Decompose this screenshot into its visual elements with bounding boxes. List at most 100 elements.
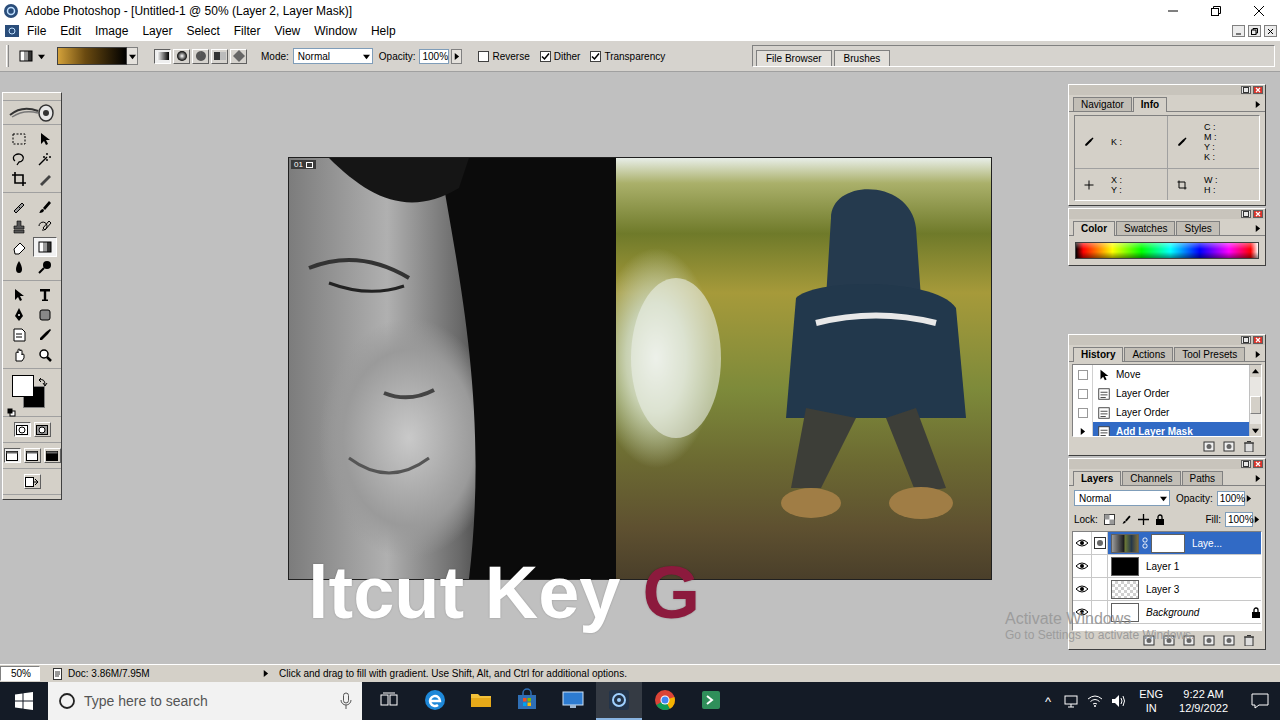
tool-button[interactable] [33,305,57,325]
tool-button[interactable] [7,237,31,257]
tool-button[interactable] [7,197,31,217]
restore-window-button[interactable] [1194,0,1237,22]
menu-item[interactable]: Window [307,24,364,38]
palette-well-tab[interactable]: File Browser [756,50,832,66]
palette-menu-button[interactable] [1254,225,1261,232]
taskbar-app[interactable] [504,682,550,720]
menu-item[interactable]: Edit [53,24,88,38]
tool-button[interactable] [33,345,57,365]
taskbar-app[interactable] [458,682,504,720]
menu-item[interactable]: Help [364,24,403,38]
gradient-type-button[interactable] [211,49,228,64]
option-checkbox[interactable]: Reverse [478,51,529,62]
visibility-toggle[interactable] [1073,532,1092,554]
layer-row[interactable]: Background [1073,601,1261,624]
checkbox-box[interactable] [478,51,489,62]
taskbar-app[interactable] [366,682,412,720]
palette-menu-button[interactable] [1254,101,1261,108]
palette-tab[interactable]: Color [1073,221,1115,236]
tool-button[interactable] [33,197,57,217]
layer-link-cell[interactable] [1092,555,1108,577]
tool-preset-picker[interactable] [17,45,47,67]
tool-button[interactable] [33,169,57,189]
screen-mode-button[interactable] [4,448,21,463]
palette-menu-button[interactable] [1254,351,1261,358]
close-button[interactable] [1253,336,1263,344]
adobe-online-button[interactable] [3,101,61,125]
palette-well-tab[interactable]: Brushes [834,50,891,66]
screen-mode-button[interactable] [44,448,61,463]
minimize-window-button[interactable] [1151,0,1194,22]
scroll-thumb[interactable] [1250,396,1261,414]
menu-item[interactable]: View [267,24,307,38]
tool-button[interactable] [7,149,31,169]
doc-close-button[interactable] [1264,25,1277,37]
tool-button[interactable] [33,237,57,257]
taskbar-app[interactable] [688,682,734,720]
minimize-button[interactable] [1241,210,1251,218]
fill-field[interactable]: 100% [1225,512,1253,527]
tool-button[interactable] [33,129,57,149]
tool-button[interactable] [7,285,31,305]
taskbar-app[interactable] [412,682,458,720]
mode-select[interactable]: Normal [293,48,373,64]
quick-mask-button[interactable] [34,422,51,437]
history-item[interactable]: Layer Order [1073,403,1249,422]
tool-button[interactable] [7,257,31,277]
taskbar-app[interactable] [642,682,688,720]
clock[interactable]: 9:22 AM12/9/2022 [1175,687,1232,715]
close-button[interactable] [1253,460,1263,468]
zoom-field[interactable]: 50% [0,666,40,681]
tool-button[interactable] [7,217,31,237]
color-spectrum[interactable] [1075,242,1259,259]
palette-tab[interactable]: Layers [1073,471,1121,486]
visibility-toggle[interactable] [1073,578,1092,600]
layer-link-cell[interactable] [1092,532,1108,554]
layer-link-cell[interactable] [1092,601,1108,623]
tool-button[interactable] [33,217,57,237]
minimize-button[interactable] [1241,86,1251,94]
history-item[interactable]: Add Layer Mask [1073,422,1249,437]
layer-link-cell[interactable] [1092,578,1108,600]
jump-to-imageready-button[interactable] [24,474,41,489]
menu-item[interactable]: Select [179,24,226,38]
default-colors-button[interactable] [7,403,16,421]
gradient-swatch[interactable] [57,47,127,65]
checkbox-box[interactable] [590,51,601,62]
minimize-button[interactable] [1241,460,1251,468]
opacity-field[interactable]: 100% [419,49,449,64]
layer-row[interactable]: Layer 1 [1073,555,1261,578]
tool-button[interactable] [33,325,57,345]
palette-tab[interactable]: Swatches [1116,221,1175,235]
language-indicator[interactable]: ENGIN [1135,687,1167,715]
history-item[interactable]: Layer Order [1073,384,1249,403]
tool-button[interactable] [33,257,57,277]
scroll-down-button[interactable] [1250,424,1261,436]
palette-tab[interactable]: Paths [1182,471,1224,485]
layer-row[interactable]: Laye... [1073,532,1261,555]
tool-button[interactable] [7,169,31,189]
search-box[interactable]: Type here to search [48,682,362,720]
tray-chevron[interactable]: ^ [1041,694,1055,709]
menu-item[interactable]: Image [88,24,135,38]
close-button[interactable] [1253,86,1263,94]
palette-tab[interactable]: History [1073,347,1123,362]
tool-button[interactable] [7,325,31,345]
close-button[interactable] [1253,210,1263,218]
palette-tab[interactable]: Info [1133,97,1167,112]
menu-item[interactable]: File [20,24,53,38]
screen-mode-button[interactable] [24,448,41,463]
layer-row[interactable]: Layer 3 [1073,578,1261,601]
tool-button[interactable] [7,129,31,149]
palette-menu-button[interactable] [1254,475,1261,482]
menu-item[interactable]: Layer [135,24,179,38]
gradient-type-button[interactable] [173,49,190,64]
taskbar-app[interactable] [550,682,596,720]
history-scrollbar[interactable] [1249,365,1261,436]
minimize-button[interactable] [1241,336,1251,344]
foreground-color[interactable] [12,375,34,397]
tool-button[interactable] [33,285,57,305]
notifications-button[interactable] [1240,682,1280,720]
options-grip[interactable] [6,45,9,67]
tool-button[interactable] [7,345,31,365]
